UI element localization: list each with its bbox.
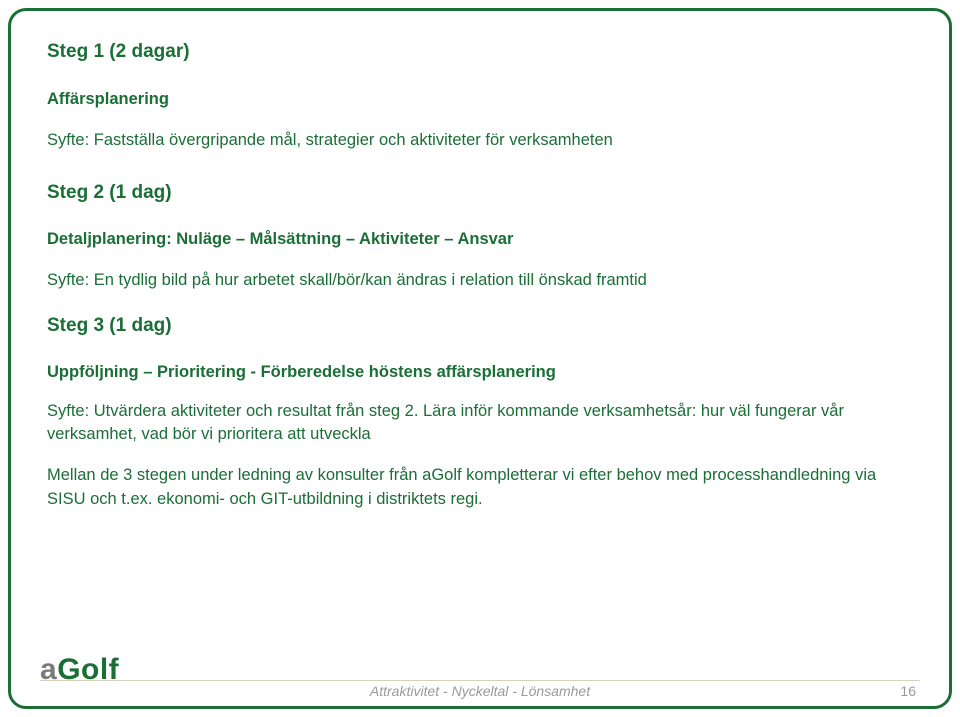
step-2-body: Syfte: En tydlig bild på hur arbetet ska… [47, 269, 913, 292]
step-1: Steg 1 (2 dagar) Affärsplanering Syfte: … [47, 39, 913, 152]
step-3: Steg 3 (1 dag) Uppföljning – Prioriterin… [47, 313, 913, 447]
page-number: 16 [900, 683, 916, 699]
step-3-title: Steg 3 (1 dag) [47, 313, 913, 340]
closing-paragraph: Mellan de 3 stegen under ledning av kons… [47, 464, 913, 510]
step-2-subhead: Detaljplanering: Nuläge – Målsättning – … [47, 228, 913, 251]
slide-frame: Steg 1 (2 dagar) Affärsplanering Syfte: … [8, 8, 952, 709]
step-1-subhead: Affärsplanering [47, 88, 913, 111]
slide-footer: aGolf Attraktivitet - Nyckeltal - Lönsam… [0, 651, 960, 717]
step-2: Steg 2 (1 dag) Detaljplanering: Nuläge –… [47, 180, 913, 293]
slide-content: Steg 1 (2 dagar) Affärsplanering Syfte: … [47, 39, 913, 511]
footer-bar: Attraktivitet - Nyckeltal - Lönsamhet [40, 680, 920, 699]
footer-caption: Attraktivitet - Nyckeltal - Lönsamhet [370, 683, 590, 699]
step-3-subhead: Uppföljning – Prioritering - Förberedels… [47, 361, 913, 384]
step-1-body: Syfte: Fastställa övergripande mål, stra… [47, 129, 913, 152]
step-3-body: Syfte: Utvärdera aktiviteter och resulta… [47, 400, 913, 446]
step-2-title: Steg 2 (1 dag) [47, 180, 913, 207]
step-1-title: Steg 1 (2 dagar) [47, 39, 913, 66]
